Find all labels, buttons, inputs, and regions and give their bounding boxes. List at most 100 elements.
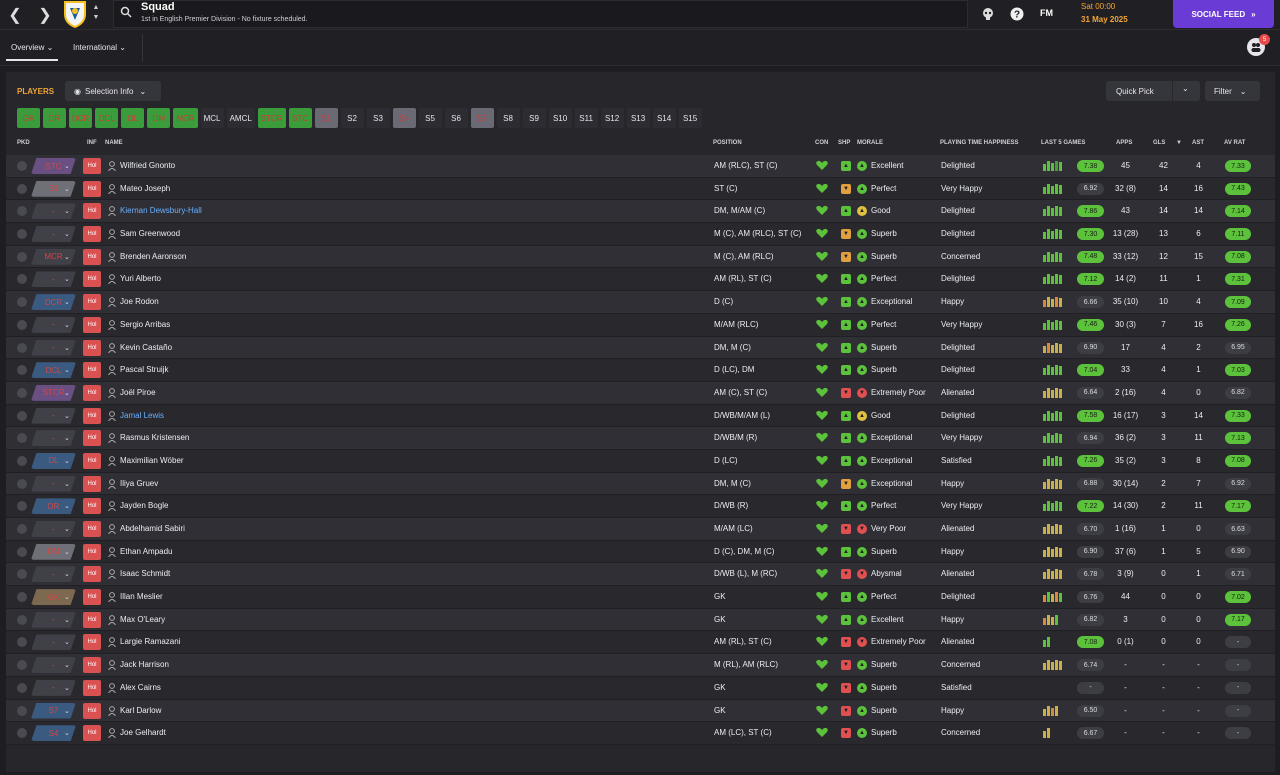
position-chip[interactable]: S5 <box>418 108 442 128</box>
player-name[interactable]: Maximilian Wöber <box>120 456 184 465</box>
chevron-down-icon[interactable]: ⌄ <box>64 525 70 533</box>
player-name[interactable]: Max O'Leary <box>120 615 165 624</box>
position-chip[interactable]: S1 <box>314 108 338 128</box>
club-crest-icon[interactable] <box>62 0 88 28</box>
chevron-down-icon[interactable]: ⌄ <box>64 661 70 669</box>
picked-checkbox[interactable] <box>17 546 27 557</box>
picked-checkbox[interactable] <box>17 229 27 240</box>
table-row[interactable]: - ⌄ Hol Jack Harrison M (RL), AM (RLC) ▼ ▲ Supe… <box>6 654 1275 677</box>
info-badge[interactable]: Hol <box>83 430 101 447</box>
player-name[interactable]: Karl Darlow <box>120 706 161 715</box>
player-name[interactable]: Brenden Aaronson <box>120 252 186 261</box>
position-chip[interactable]: DR <box>43 108 66 128</box>
position-chip[interactable]: S2 <box>340 108 364 128</box>
picked-checkbox[interactable] <box>17 660 27 671</box>
info-badge[interactable]: Hol <box>83 226 101 243</box>
player-name[interactable]: Jayden Bogle <box>120 501 168 510</box>
chevron-down-icon[interactable]: ⌄ <box>64 593 70 601</box>
chevron-down-icon[interactable]: ⌄ <box>64 729 70 737</box>
info-badge[interactable]: Hol <box>83 679 101 696</box>
info-badge[interactable]: Hol <box>83 407 101 424</box>
chevron-down-icon[interactable]: ⌄ <box>64 366 70 374</box>
fm-logo[interactable]: FM <box>1040 8 1053 18</box>
table-row[interactable]: MCR ⌄ Hol Brenden Aaronson M (C), AM (RLC) ▼ ▲… <box>6 245 1275 269</box>
table-row[interactable]: S1 ⌄ Hol Mateo Joseph ST (C) ▼ ▲ Perfect Very Ha… <box>6 177 1275 201</box>
chevron-down-icon[interactable]: ⌄ <box>64 185 70 193</box>
chevron-down-icon[interactable]: ⌄ <box>64 253 70 261</box>
picked-checkbox[interactable] <box>17 455 27 466</box>
player-name[interactable]: Kevin Castaño <box>120 343 172 352</box>
col-position[interactable]: POSITION <box>713 140 742 146</box>
info-badge[interactable]: Hol <box>83 271 101 288</box>
position-chip[interactable]: DCR <box>69 108 93 128</box>
player-name[interactable]: Sam Greenwood <box>120 229 180 238</box>
col-ast[interactable]: AST <box>1192 140 1204 146</box>
table-row[interactable]: - ⌄ Hol Rasmus Kristensen D/WB/M (R) ▲ ▲ Except… <box>6 427 1275 450</box>
selection-info-button[interactable]: ◉ Selection Info ⌄ <box>65 81 161 101</box>
info-badge[interactable]: Hol <box>83 384 101 401</box>
table-row[interactable]: - ⌄ Hol Iliya Gruev DM, M (C) ▼ ▲ Exceptional Ha… <box>6 472 1275 496</box>
info-badge[interactable]: Hol <box>83 475 101 492</box>
info-badge[interactable]: Hol <box>83 452 101 469</box>
picked-checkbox[interactable] <box>17 410 27 421</box>
picked-checkbox[interactable] <box>17 524 27 534</box>
picked-checkbox[interactable] <box>17 387 27 398</box>
table-row[interactable]: - ⌄ Hol Abdelhamid Sabiri M/AM (LC) ▼ ▼ Very Po… <box>6 518 1275 541</box>
chevron-down-icon[interactable]: ⌄ <box>64 298 70 306</box>
player-name[interactable]: Yuri Alberto <box>120 274 161 283</box>
col-con[interactable]: CON <box>815 140 828 146</box>
table-row[interactable]: - ⌄ Hol Max O'Leary GK ▲ ▲ Excellent Happy 6.82 3 0… <box>6 608 1275 632</box>
chevron-down-icon[interactable]: ⌄ <box>64 548 70 556</box>
info-badge[interactable]: Hol <box>83 657 101 674</box>
col-apps[interactable]: APPS <box>1116 140 1132 146</box>
position-chip[interactable]: MCL <box>200 108 224 128</box>
picked-checkbox[interactable] <box>17 183 27 194</box>
sort-desc-icon[interactable]: ▼ <box>1176 140 1182 146</box>
table-row[interactable]: - ⌄ Hol Yuri Alberto AM (RL), ST (C) ▲ ▲ Perfec… <box>6 268 1275 292</box>
quick-pick-button[interactable]: Quick Pick ⌄ <box>1106 81 1200 101</box>
table-row[interactable]: DR ⌄ Hol Jayden Bogle D/WB (R) ▲ ▲ Perfect Very … <box>6 495 1275 518</box>
player-name[interactable]: Ethan Ampadu <box>120 547 172 556</box>
player-name[interactable]: Pascal Struijk <box>120 365 168 374</box>
player-name[interactable]: Alex Cairns <box>120 683 161 692</box>
info-badge[interactable]: Hol <box>83 294 101 311</box>
chevron-down-icon[interactable]: ⌄ <box>64 684 70 692</box>
chevron-down-icon[interactable]: ⌄ <box>64 616 70 624</box>
position-chip[interactable]: S14 <box>652 108 676 128</box>
position-chip[interactable]: AMCL <box>226 108 255 128</box>
picked-checkbox[interactable] <box>17 501 27 512</box>
forward-button[interactable]: ❯ <box>30 0 60 30</box>
player-name[interactable]: Jamal Lewis <box>120 411 164 420</box>
info-badge[interactable]: Hol <box>83 180 101 197</box>
chevron-down-icon[interactable]: ⌄ <box>64 207 70 215</box>
col-shp[interactable]: SHP <box>838 140 850 146</box>
position-chip[interactable]: S15 <box>678 108 702 128</box>
player-name[interactable]: Largie Ramazani <box>120 637 180 646</box>
info-badge[interactable]: Hol <box>83 566 101 583</box>
picked-checkbox[interactable] <box>17 161 27 171</box>
chevron-down-icon[interactable]: ⌄ <box>64 502 70 510</box>
picked-checkbox[interactable] <box>17 728 27 739</box>
position-chip[interactable]: S12 <box>600 108 624 128</box>
info-badge[interactable]: Hol <box>83 203 101 220</box>
player-name[interactable]: Rasmus Kristensen <box>120 433 189 442</box>
table-row[interactable]: - ⌄ Hol Jamal Lewis D/WB/M/AM (L) ▲ ▲ Good Delig… <box>6 404 1275 428</box>
table-row[interactable]: S4 ⌄ Hol Joe Gelhardt AM (LC), ST (C) ▼ ▲ Super… <box>6 722 1275 745</box>
picked-checkbox[interactable] <box>17 319 27 330</box>
picked-checkbox[interactable] <box>17 705 27 716</box>
player-name[interactable]: Kiernan Dewsbury-Hall <box>120 206 202 215</box>
position-chip[interactable]: S11 <box>574 108 598 128</box>
chevron-down-icon[interactable]: ⌄ <box>64 412 70 420</box>
info-badge[interactable]: Hol <box>83 634 101 651</box>
col-name[interactable]: NAME <box>105 140 123 146</box>
position-chip[interactable]: GK <box>17 108 40 128</box>
chevron-down-icon[interactable]: ⌄ <box>64 389 70 397</box>
table-row[interactable]: DCL ⌄ Hol Pascal Struijk D (LC), DM ▲ ▲ Superb D… <box>6 359 1275 382</box>
position-chip[interactable]: S9 <box>522 108 546 128</box>
player-name[interactable]: Isaac Schmidt <box>120 569 170 578</box>
info-badge[interactable]: Hol <box>83 521 101 537</box>
picked-checkbox[interactable] <box>17 251 27 262</box>
info-badge[interactable]: Hol <box>83 339 101 356</box>
picked-checkbox[interactable] <box>17 297 27 308</box>
info-badge[interactable]: Hol <box>83 158 101 174</box>
